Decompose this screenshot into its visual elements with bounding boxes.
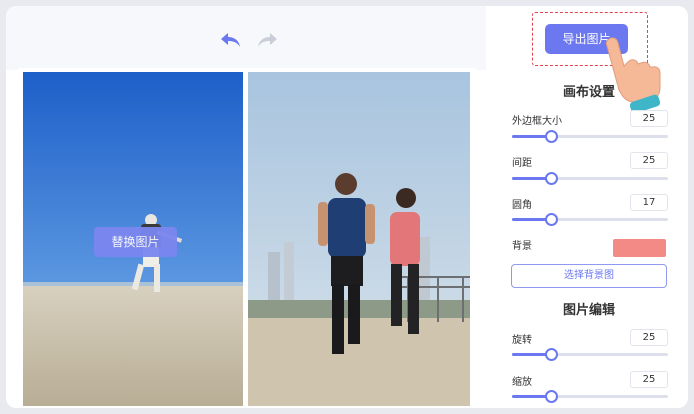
- app-window: 替换图片 导出图片 画布设置 外边框大小 25 间距 25 圆角 17 背景 选…: [6, 6, 688, 408]
- corner-radius-input[interactable]: 17: [630, 194, 668, 211]
- border-size-slider-handle[interactable]: [545, 130, 558, 143]
- spacing-slider[interactable]: [512, 172, 668, 185]
- spacing-slider-handle[interactable]: [545, 172, 558, 185]
- background-label: 背景: [512, 241, 532, 252]
- spacing-label: 间距: [512, 158, 532, 169]
- undo-arrow-icon[interactable]: [218, 30, 244, 50]
- border-size-input[interactable]: 25: [630, 110, 668, 127]
- rotate-input[interactable]: 25: [630, 329, 668, 346]
- corner-radius-slider[interactable]: [512, 213, 668, 226]
- toolbar-area: [6, 6, 486, 70]
- replace-image-button[interactable]: 替换图片: [94, 227, 177, 257]
- corner-radius-slider-handle[interactable]: [545, 213, 558, 226]
- photo-right[interactable]: [248, 72, 470, 406]
- zoom-input[interactable]: 25: [630, 371, 668, 388]
- spacing-input[interactable]: 25: [630, 152, 668, 169]
- redo-arrow-icon[interactable]: [254, 30, 280, 50]
- rotate-slider-handle[interactable]: [545, 348, 558, 361]
- background-color-swatch[interactable]: [613, 239, 666, 257]
- zoom-label: 缩放: [512, 377, 532, 388]
- border-size-label: 外边框大小: [512, 116, 562, 127]
- zoom-slider-handle[interactable]: [545, 390, 558, 403]
- border-size-slider[interactable]: [512, 130, 668, 143]
- canvas-settings-title: 画布设置: [562, 85, 615, 100]
- image-edit-title: 图片编辑: [562, 303, 615, 318]
- runners-photo-image: [248, 72, 470, 406]
- rotate-label: 旋转: [512, 335, 532, 346]
- rotate-slider[interactable]: [512, 348, 668, 361]
- collage-canvas: 替换图片: [18, 68, 476, 408]
- zoom-slider[interactable]: [512, 390, 668, 403]
- choose-background-image-button[interactable]: 选择背景图: [511, 264, 667, 288]
- pointing-hand-icon: [605, 37, 661, 114]
- corner-radius-label: 圆角: [512, 200, 532, 211]
